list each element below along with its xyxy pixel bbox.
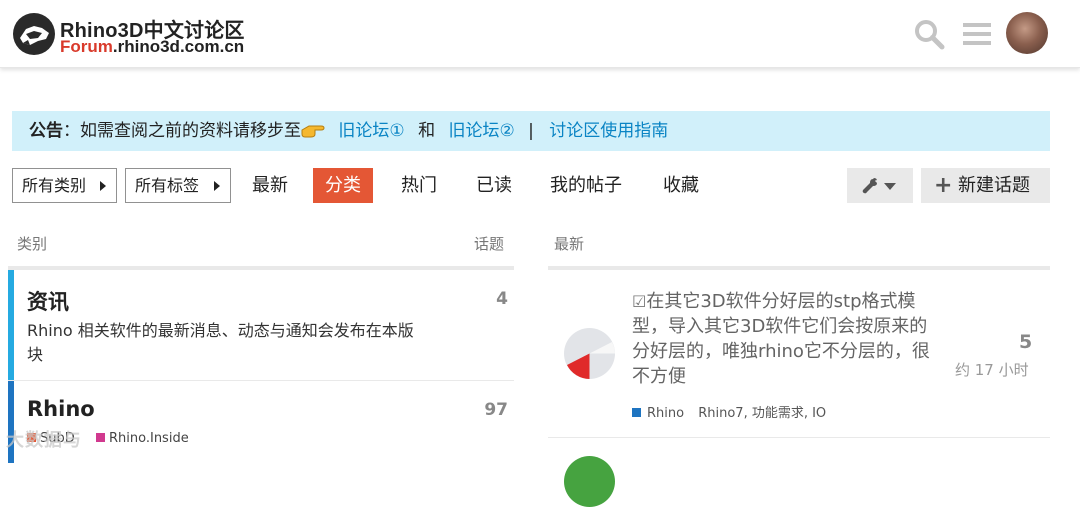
tab-read[interactable]: 已读 [464, 168, 524, 203]
divider [548, 437, 1050, 438]
topic-author-avatar[interactable] [564, 456, 615, 507]
category-topic-count: 4 [496, 289, 508, 309]
topic-category[interactable]: Rhino [647, 406, 684, 421]
categories-heading: 类别 [17, 235, 48, 253]
caret-right-icon [214, 181, 220, 191]
rhino-logo-icon[interactable] [12, 12, 56, 56]
category-row-news[interactable]: 资讯 4 Rhino 相关软件的最新消息、动态与通知会发布在本版块 [8, 270, 514, 380]
user-avatar[interactable] [1006, 12, 1048, 54]
wrench-icon [862, 178, 877, 194]
old-forum-link-1[interactable]: 旧论坛① [338, 121, 404, 141]
all-categories-dropdown[interactable]: 所有类别 [12, 168, 117, 203]
plus-icon: + [934, 173, 953, 198]
caret-right-icon [100, 181, 106, 191]
site-header: Rhino3D中文讨论区 Forum.rhino3d.com.cn [0, 0, 1080, 68]
solved-check-icon: ☑ [632, 292, 647, 311]
topic-title-link[interactable]: ☑在其它3D软件分好层的stp格式模型，导入其它3D软件它们会按原来的分好层的，… [632, 289, 942, 389]
admin-tools-button[interactable] [847, 168, 913, 203]
category-color-bar [8, 270, 14, 380]
category-description: Rhino 相关软件的最新消息、动态与通知会发布在本版块 [27, 321, 414, 364]
topic-reply-count: 5 [1019, 331, 1033, 353]
category-name[interactable]: 资讯 [27, 286, 69, 316]
old-forum-link-2[interactable]: 旧论坛② [448, 121, 514, 141]
category-color-square [632, 408, 641, 417]
caret-down-icon [884, 183, 896, 190]
announcement-banner: 公告：如需查阅之前的资料请移步至 旧论坛① 和 旧论坛② | 讨论区使用指南 [12, 111, 1050, 151]
topic-author-avatar[interactable] [564, 328, 615, 379]
forum-guide-link[interactable]: 讨论区使用指南 [549, 121, 668, 141]
pointing-hand-icon [301, 125, 325, 138]
announcement-label: 公告 [29, 121, 63, 141]
category-topic-count: 97 [484, 400, 508, 420]
category-row-rhino[interactable]: Rhino 97 [8, 381, 514, 463]
tab-categories[interactable]: 分类 [313, 168, 373, 203]
all-tags-dropdown[interactable]: 所有标签 [125, 168, 231, 203]
search-icon[interactable] [913, 18, 945, 50]
subcategory-rhino-inside[interactable]: Rhino.Inside [96, 431, 189, 446]
new-topic-button[interactable]: + 新建话题 [921, 168, 1050, 203]
menu-icon[interactable] [962, 20, 992, 48]
category-name[interactable]: Rhino [27, 397, 95, 421]
topic-meta: Rhino Rhino7, 功能需求, IO [632, 402, 826, 421]
topic-tags[interactable]: Rhino7, 功能需求, IO [698, 406, 826, 421]
tab-latest[interactable]: 最新 [240, 168, 300, 203]
topic-time: 约 17 小时 [955, 361, 1029, 379]
topics-heading: 话题 [474, 235, 505, 253]
divider [548, 266, 1050, 270]
tab-my-posts[interactable]: 我的帖子 [538, 168, 634, 203]
latest-heading: 最新 [554, 235, 585, 253]
site-subtitle[interactable]: Forum.rhino3d.com.cn [60, 37, 244, 57]
tab-top[interactable]: 热门 [389, 168, 449, 203]
tab-bookmarks[interactable]: 收藏 [651, 168, 711, 203]
watermark: 大数据与 [6, 430, 82, 451]
